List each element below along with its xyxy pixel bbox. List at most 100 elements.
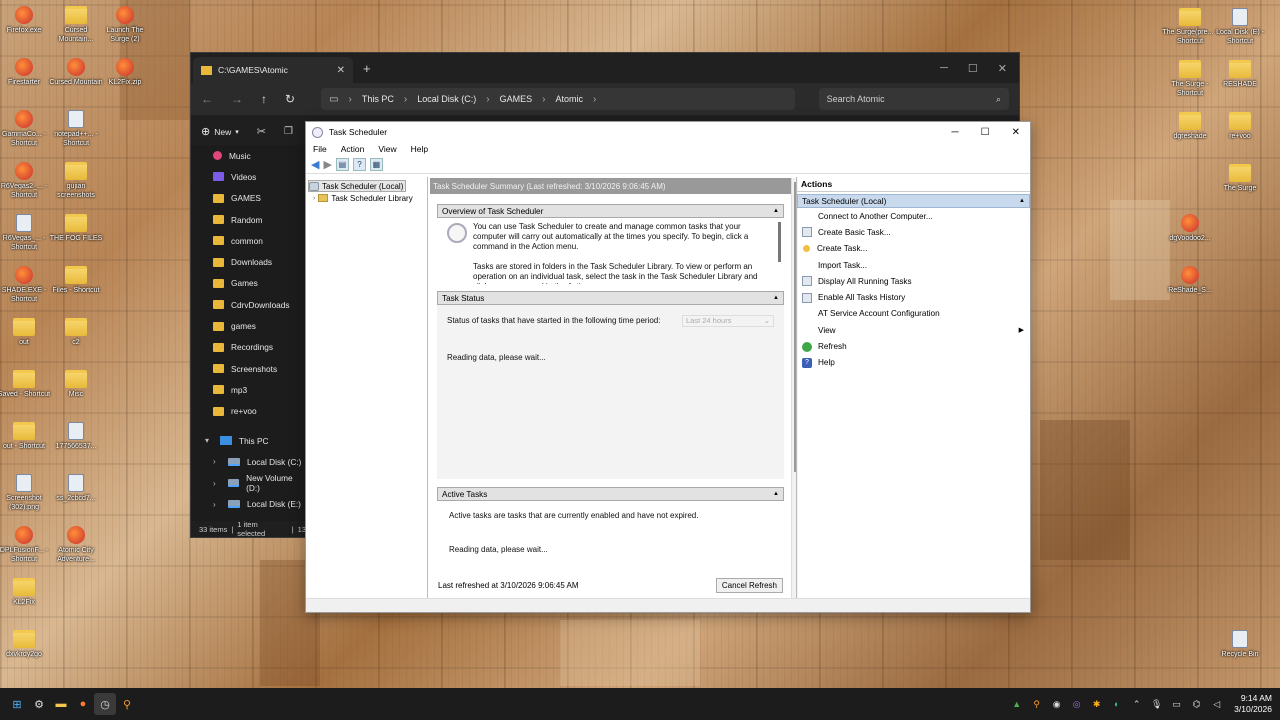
tray-search-icon[interactable]: ⚲ <box>1030 698 1043 711</box>
desktop-icon[interactable]: The Surge <box>1212 164 1268 193</box>
refresh-icon[interactable]: ↻ <box>285 92 295 106</box>
sidebar-drive[interactable]: › Local Disk (C:) <box>191 451 306 472</box>
desktop-icon[interactable]: Atomic City Adventure... <box>48 526 104 564</box>
action-item[interactable]: Refresh <box>797 338 1030 354</box>
chevron-right-icon[interactable]: › <box>213 457 221 466</box>
sidebar-item[interactable]: CdrvDownloads <box>191 294 306 315</box>
desktop-icon[interactable]: KL2Fix <box>0 578 52 607</box>
desktop-icon[interactable]: 177566537... <box>48 422 104 451</box>
back-arrow-icon[interactable]: ◀ <box>311 158 319 171</box>
desktop-icon[interactable]: Local Disk (E) - Shortcut <box>1212 8 1268 46</box>
sidebar-item[interactable]: games <box>191 315 306 336</box>
desktop-icon[interactable]: dgreshade <box>1162 112 1218 141</box>
sidebar-item[interactable]: mp3 <box>191 379 306 400</box>
sidebar-item[interactable]: GAMES <box>191 188 306 209</box>
chevron-right-icon[interactable]: › <box>213 500 221 509</box>
action-item[interactable]: Connect to Another Computer... <box>797 208 1030 224</box>
tray-edge-icon[interactable]: ◐ <box>1110 698 1123 711</box>
menu-help[interactable]: Help <box>411 144 428 154</box>
minimize-icon[interactable]: ─ <box>952 127 959 138</box>
desktop-icon[interactable]: Files - Shortcut <box>48 266 104 295</box>
desktop-icon[interactable]: gujian screenshots <box>48 162 104 200</box>
desktop-icon[interactable]: R6Vegas2_... - Shortcut <box>0 162 52 200</box>
task-scheduler-window[interactable]: Task Scheduler ─ ☐ ✕ File Action View He… <box>305 121 1031 613</box>
start-icon[interactable]: ⊞ <box>6 693 28 715</box>
console-tree-icon[interactable]: ▤ <box>335 158 349 171</box>
copy-icon[interactable]: ❐ <box>284 126 293 137</box>
chevron-down-icon[interactable]: ▾ <box>205 436 213 445</box>
action-item[interactable]: Display All Running Tasks <box>797 273 1030 289</box>
sidebar-item[interactable]: Random <box>191 209 306 230</box>
tree-item-root[interactable]: Task Scheduler (Local) <box>308 180 407 192</box>
desktop-icon[interactable]: out - Shortcut <box>0 422 52 451</box>
desktop-icon[interactable]: Saved - Shortcut <box>0 370 52 399</box>
collapse-icon[interactable]: ▲ <box>773 208 779 214</box>
active-tasks-header[interactable]: Active Tasks ▲ <box>437 487 784 501</box>
desktop-icon[interactable]: Recycle Bin <box>1212 630 1268 659</box>
breadcrumb-item[interactable]: This PC <box>362 94 394 104</box>
desktop-icon[interactable]: notepad++... - Shortcut <box>48 110 104 148</box>
up-arrow-icon[interactable]: ↑ <box>261 92 267 106</box>
desktop-icon[interactable]: Firefox.exe <box>0 6 52 35</box>
sidebar-item[interactable]: common <box>191 230 306 251</box>
firefox-icon[interactable]: ● <box>72 693 94 715</box>
cancel-refresh-button[interactable]: Cancel Refresh <box>715 577 783 593</box>
breadcrumb-item[interactable]: Local Disk (C:) <box>417 94 476 104</box>
desktop-icon[interactable]: Cursed Mountain <box>48 58 104 87</box>
tray-chevron-icon[interactable]: ⌃ <box>1130 698 1143 711</box>
actions-group-header[interactable]: Task Scheduler (Local) ▲ <box>797 194 1030 208</box>
search-input[interactable]: Search Atomic ⌕ <box>818 88 1009 110</box>
desktop-icon[interactable]: ReShade_S... <box>1162 266 1218 295</box>
forward-arrow-icon[interactable]: → <box>231 92 243 106</box>
desktop-icon[interactable]: Screenshot (302).png <box>0 474 52 512</box>
sidebar-drive[interactable]: › Local Disk (E:) <box>191 494 306 515</box>
breadcrumb-item[interactable]: Atomic <box>555 94 583 104</box>
close-icon[interactable]: ✕ <box>998 62 1007 75</box>
overview-header[interactable]: Overview of Task Scheduler ▲ <box>437 204 784 218</box>
show-pane-icon[interactable]: ▦ <box>369 158 383 171</box>
chevron-right-icon[interactable]: › <box>213 479 221 488</box>
action-item[interactable]: AT Service Account Configuration <box>797 306 1030 322</box>
cut-icon[interactable]: ✂ <box>257 125 266 138</box>
close-icon[interactable]: ✕ <box>1012 127 1020 138</box>
back-arrow-icon[interactable]: ← <box>201 92 213 106</box>
chevron-right-icon[interactable]: › <box>313 195 315 202</box>
desktop-icon[interactable]: R6Vegas_... - Shortcut <box>0 214 52 252</box>
tray-app2-icon[interactable]: ✱ <box>1090 698 1103 711</box>
desktop-icon[interactable]: dxvkrdy2go <box>0 630 52 659</box>
tree-item-library[interactable]: › Task Scheduler Library <box>308 192 425 204</box>
task-scheduler-icon[interactable]: ◷ <box>94 693 116 715</box>
sidebar-item[interactable]: Games <box>191 273 306 294</box>
action-item[interactable]: View ▶ <box>797 322 1030 338</box>
desktop-icon[interactable]: Firestarter <box>0 58 52 87</box>
scrollbar[interactable] <box>778 222 781 262</box>
new-button[interactable]: ⊕ New ▾ <box>201 125 239 138</box>
sidebar-item[interactable]: Music <box>191 145 306 166</box>
sidebar-item[interactable]: Downloads <box>191 251 306 272</box>
sidebar-item-this-pc[interactable]: ▾ This PC <box>191 430 306 451</box>
network-icon[interactable]: ⌬ <box>1190 698 1203 711</box>
explorer-tab[interactable]: C:\GAMES\Atomic ✕ <box>193 57 353 83</box>
forward-arrow-icon[interactable]: ▶ <box>323 158 331 171</box>
collapse-icon[interactable]: ▲ <box>773 295 779 301</box>
desktop-icon[interactable]: ss_2cbcd7... <box>48 474 104 503</box>
period-select[interactable]: Last 24 hours ⌄ <box>682 315 774 327</box>
menu-view[interactable]: View <box>378 144 396 154</box>
sidebar-item[interactable]: Videos <box>191 166 306 187</box>
monitor-icon[interactable]: ▭ <box>1170 698 1183 711</box>
action-item[interactable]: ? Help <box>797 355 1030 371</box>
desktop-icon[interactable]: RESHADE <box>1212 60 1268 89</box>
sidebar-item[interactable]: re+voo <box>191 401 306 422</box>
new-tab-button[interactable]: + <box>363 61 371 76</box>
desktop-icon[interactable]: The Surge - Shortcut <box>1162 60 1218 98</box>
tray-app-icon[interactable]: ▲ <box>1010 698 1023 711</box>
help-icon[interactable]: ? <box>352 158 366 171</box>
maximize-icon[interactable]: ☐ <box>968 62 978 75</box>
maximize-icon[interactable]: ☐ <box>981 127 990 138</box>
desktop-icon[interactable]: DPLFusionF... - Shortcut <box>0 526 52 564</box>
search-icon[interactable]: ⚙ <box>28 693 50 715</box>
file-explorer-icon[interactable]: ▬ <box>50 693 72 715</box>
desktop-icon[interactable]: KL2Fix.zip <box>97 58 153 87</box>
minimize-icon[interactable]: ─ <box>940 62 948 75</box>
taskbar-clock[interactable]: 9:14 AM 3/10/2026 <box>1234 693 1272 715</box>
